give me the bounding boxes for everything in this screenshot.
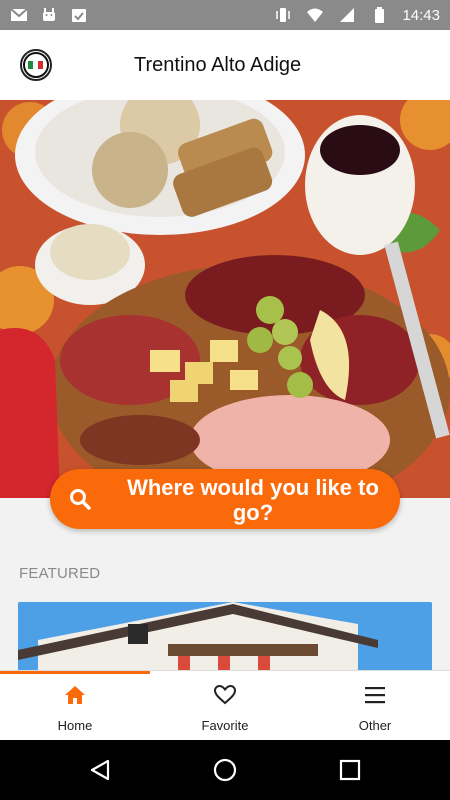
hero-image [0, 100, 450, 498]
system-navigation-bar [0, 740, 450, 800]
android-icon [43, 8, 55, 21]
signal-icon [340, 8, 355, 22]
home-icon [65, 686, 85, 704]
task-icon [72, 9, 86, 22]
recents-icon[interactable] [338, 758, 362, 782]
nav-item-favorite[interactable]: Favorite [150, 671, 300, 741]
battery-icon [375, 7, 385, 23]
wifi-icon [307, 8, 324, 22]
menu-icon [365, 687, 385, 704]
app-bar: Trentino Alto Adige [0, 30, 450, 101]
vibrate-icon [276, 8, 291, 22]
status-time: 14:43 [402, 6, 440, 24]
nav-item-home[interactable]: Home [0, 671, 150, 741]
nav-label-favorite: Favorite [201, 718, 249, 733]
back-icon[interactable] [88, 758, 112, 782]
bottom-navigation: Home Favorite Other [0, 670, 450, 741]
gmail-icon [10, 8, 28, 21]
featured-card[interactable] [18, 602, 432, 672]
search-button[interactable]: Where would you like to go? [50, 469, 400, 529]
page-title: Trentino Alto Adige [134, 54, 302, 76]
featured-section-label: FEATURED [19, 565, 101, 582]
region-logo[interactable] [20, 49, 52, 81]
nav-label-home: Home [57, 718, 93, 733]
search-label: Where would you like to go? [127, 475, 379, 525]
home-button-icon[interactable] [213, 758, 237, 782]
heart-icon [213, 684, 237, 705]
search-icon [70, 489, 91, 510]
nav-label-other: Other [358, 718, 392, 733]
status-bar: 14:43 [0, 0, 450, 30]
nav-item-other[interactable]: Other [300, 671, 450, 741]
